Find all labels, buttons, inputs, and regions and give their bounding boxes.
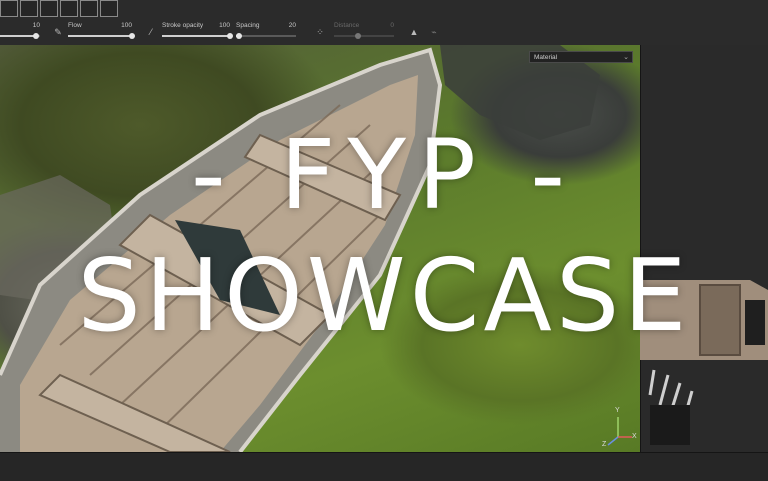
pressure-icon[interactable]: ⌁	[428, 26, 440, 38]
distance-slider	[334, 33, 394, 39]
chevron-down-icon: ⌄	[623, 54, 629, 61]
size-value[interactable]: 10	[33, 22, 40, 29]
flow-slider-knob[interactable]	[129, 33, 135, 39]
size-slider-knob[interactable]	[33, 33, 39, 39]
distance-label: Distance	[334, 22, 360, 29]
flow-value[interactable]: 100	[121, 22, 132, 29]
flow-slider[interactable]	[68, 33, 135, 39]
top-toolbar: 10 ✎ Flow 100 ⁄ Stroke opacity 100 Spaci…	[0, 0, 768, 46]
stroke-opacity-value[interactable]: 100	[219, 22, 230, 29]
size-slider[interactable]	[0, 33, 40, 39]
stroke-opacity-label: Stroke opacity	[162, 22, 204, 29]
tool-slot[interactable]	[20, 0, 38, 17]
distance-slider-knob	[355, 33, 361, 39]
stroke-opacity-slider-knob[interactable]	[227, 33, 233, 39]
stroke-opacity-param[interactable]: Stroke opacity 100	[162, 22, 233, 42]
axis-z-label: Z	[602, 441, 607, 448]
tool-slot[interactable]	[80, 0, 98, 17]
distance-param: Distance 0	[334, 22, 394, 42]
axis-x-label: X	[632, 433, 637, 440]
spacing-slider-knob[interactable]	[236, 33, 242, 39]
material-select-value: Material	[534, 54, 558, 61]
distance-value: 0	[390, 22, 394, 29]
tool-slots	[0, 0, 118, 17]
spacing-slider[interactable]	[236, 33, 296, 39]
flow-label: Flow	[68, 22, 82, 29]
tool-slot[interactable]	[40, 0, 58, 17]
tool-slot[interactable]	[0, 0, 18, 17]
spacing-label: Spacing	[236, 22, 260, 29]
axis-y-label: Y	[615, 407, 620, 414]
spacing-param[interactable]: Spacing 20	[236, 22, 296, 42]
overlay-title-line1: - FYP -	[190, 119, 578, 231]
tool-slot[interactable]	[60, 0, 78, 17]
stroke-opacity-slider[interactable]	[162, 33, 233, 39]
material-select[interactable]: Material ⌄	[529, 51, 633, 63]
size-param[interactable]: 10	[0, 22, 40, 42]
scatter-icon[interactable]: ⁘	[314, 26, 326, 38]
axis-gizmo: Y X Z	[598, 407, 638, 451]
spacing-value[interactable]: 20	[289, 22, 296, 29]
stroke-icon[interactable]: ⁄	[145, 26, 157, 38]
status-bar	[0, 452, 768, 481]
overlay-title-line2: SHOWCASE	[77, 237, 691, 354]
brush-icon[interactable]: ✎	[52, 26, 64, 38]
symmetry-icon[interactable]: ▲	[408, 26, 420, 38]
tool-slot[interactable]	[100, 0, 118, 17]
flow-param[interactable]: Flow 100	[68, 22, 135, 42]
